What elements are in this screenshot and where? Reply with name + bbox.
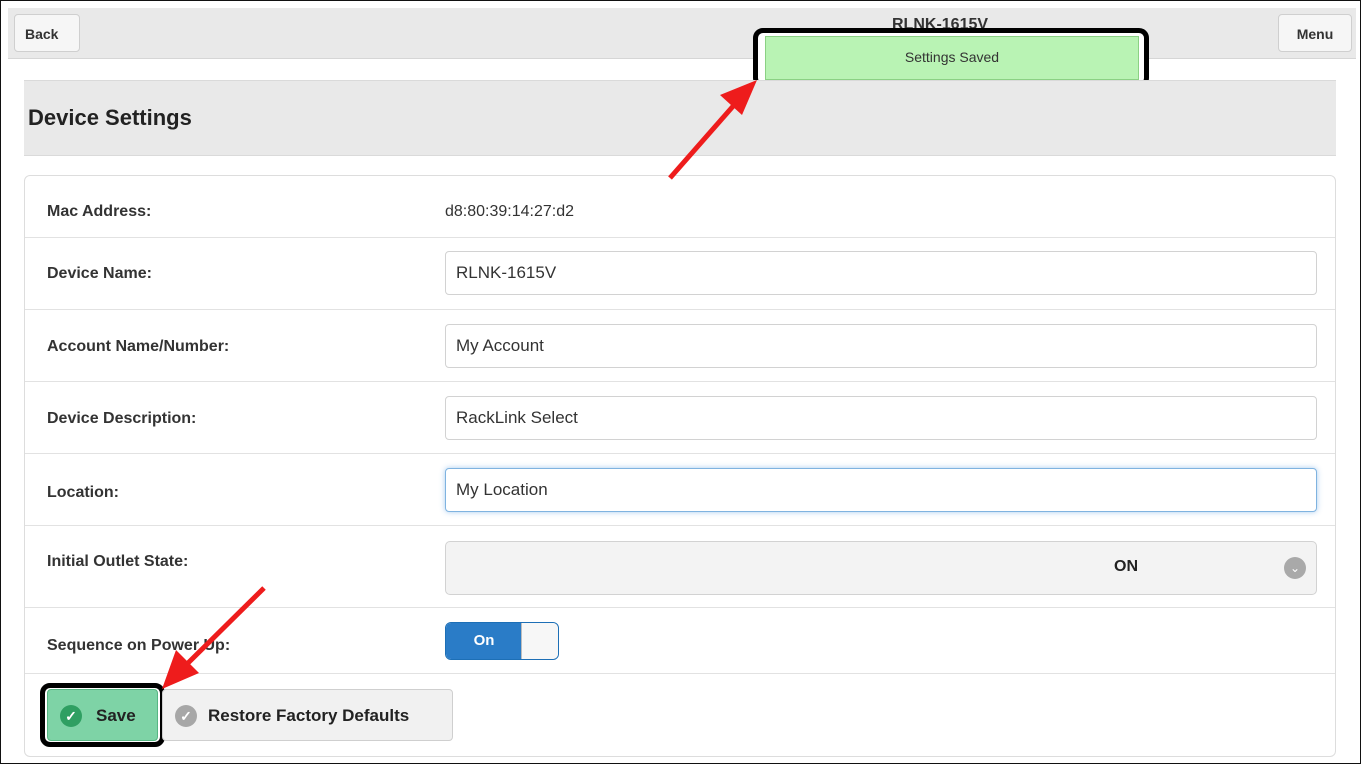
save-label: Save [96,706,136,725]
mac-address-value: d8:80:39:14:27:d2 [445,203,575,220]
page-title: Device Settings [28,105,192,130]
toggle-on-label: On [446,623,522,659]
row-mac-address: Mac Address: d8:80:39:14:27:d2 [25,176,1335,238]
toggle-knob[interactable] [521,623,558,659]
menu-button[interactable]: Menu [1278,14,1352,52]
description-label: Device Description: [47,410,197,427]
row-device-name: Device Name: [25,237,1335,310]
check-circle-icon: ✓ [175,705,197,727]
save-button[interactable]: ✓ Save [47,689,158,741]
location-input[interactable] [445,468,1317,512]
device-name-label: Device Name: [47,265,152,282]
account-label: Account Name/Number: [47,338,230,355]
settings-saved-toast: Settings Saved [765,36,1139,80]
row-account: Account Name/Number: [25,309,1335,382]
outlet-state-value: ON [1114,558,1138,575]
row-sequence: Sequence on Power Up: On [25,607,1335,674]
chevron-down-icon: ⌄ [1284,557,1306,579]
row-location: Location: [25,453,1335,526]
sequence-toggle[interactable]: On [445,622,559,660]
sequence-label: Sequence on Power Up: [47,637,231,654]
row-outlet-state: Initial Outlet State: ON ⌄ [25,525,1335,608]
row-description: Device Description: [25,381,1335,454]
outlet-state-label: Initial Outlet State: [47,553,189,570]
restore-label: Restore Factory Defaults [208,706,410,725]
description-input[interactable] [445,396,1317,440]
account-input[interactable] [445,324,1317,368]
section-header: Device Settings [24,80,1336,156]
location-label: Location: [47,484,119,501]
mac-address-label: Mac Address: [47,203,152,220]
device-name-input[interactable] [445,251,1317,295]
settings-panel: Mac Address: d8:80:39:14:27:d2 Device Na… [24,175,1336,757]
restore-defaults-button[interactable]: ✓ Restore Factory Defaults [162,689,453,741]
top-header: Back RLNK-1615V Menu [8,8,1356,59]
check-circle-icon: ✓ [60,705,82,727]
back-button[interactable]: Back [14,14,80,52]
outlet-state-select[interactable]: ON ⌄ [445,541,1317,595]
